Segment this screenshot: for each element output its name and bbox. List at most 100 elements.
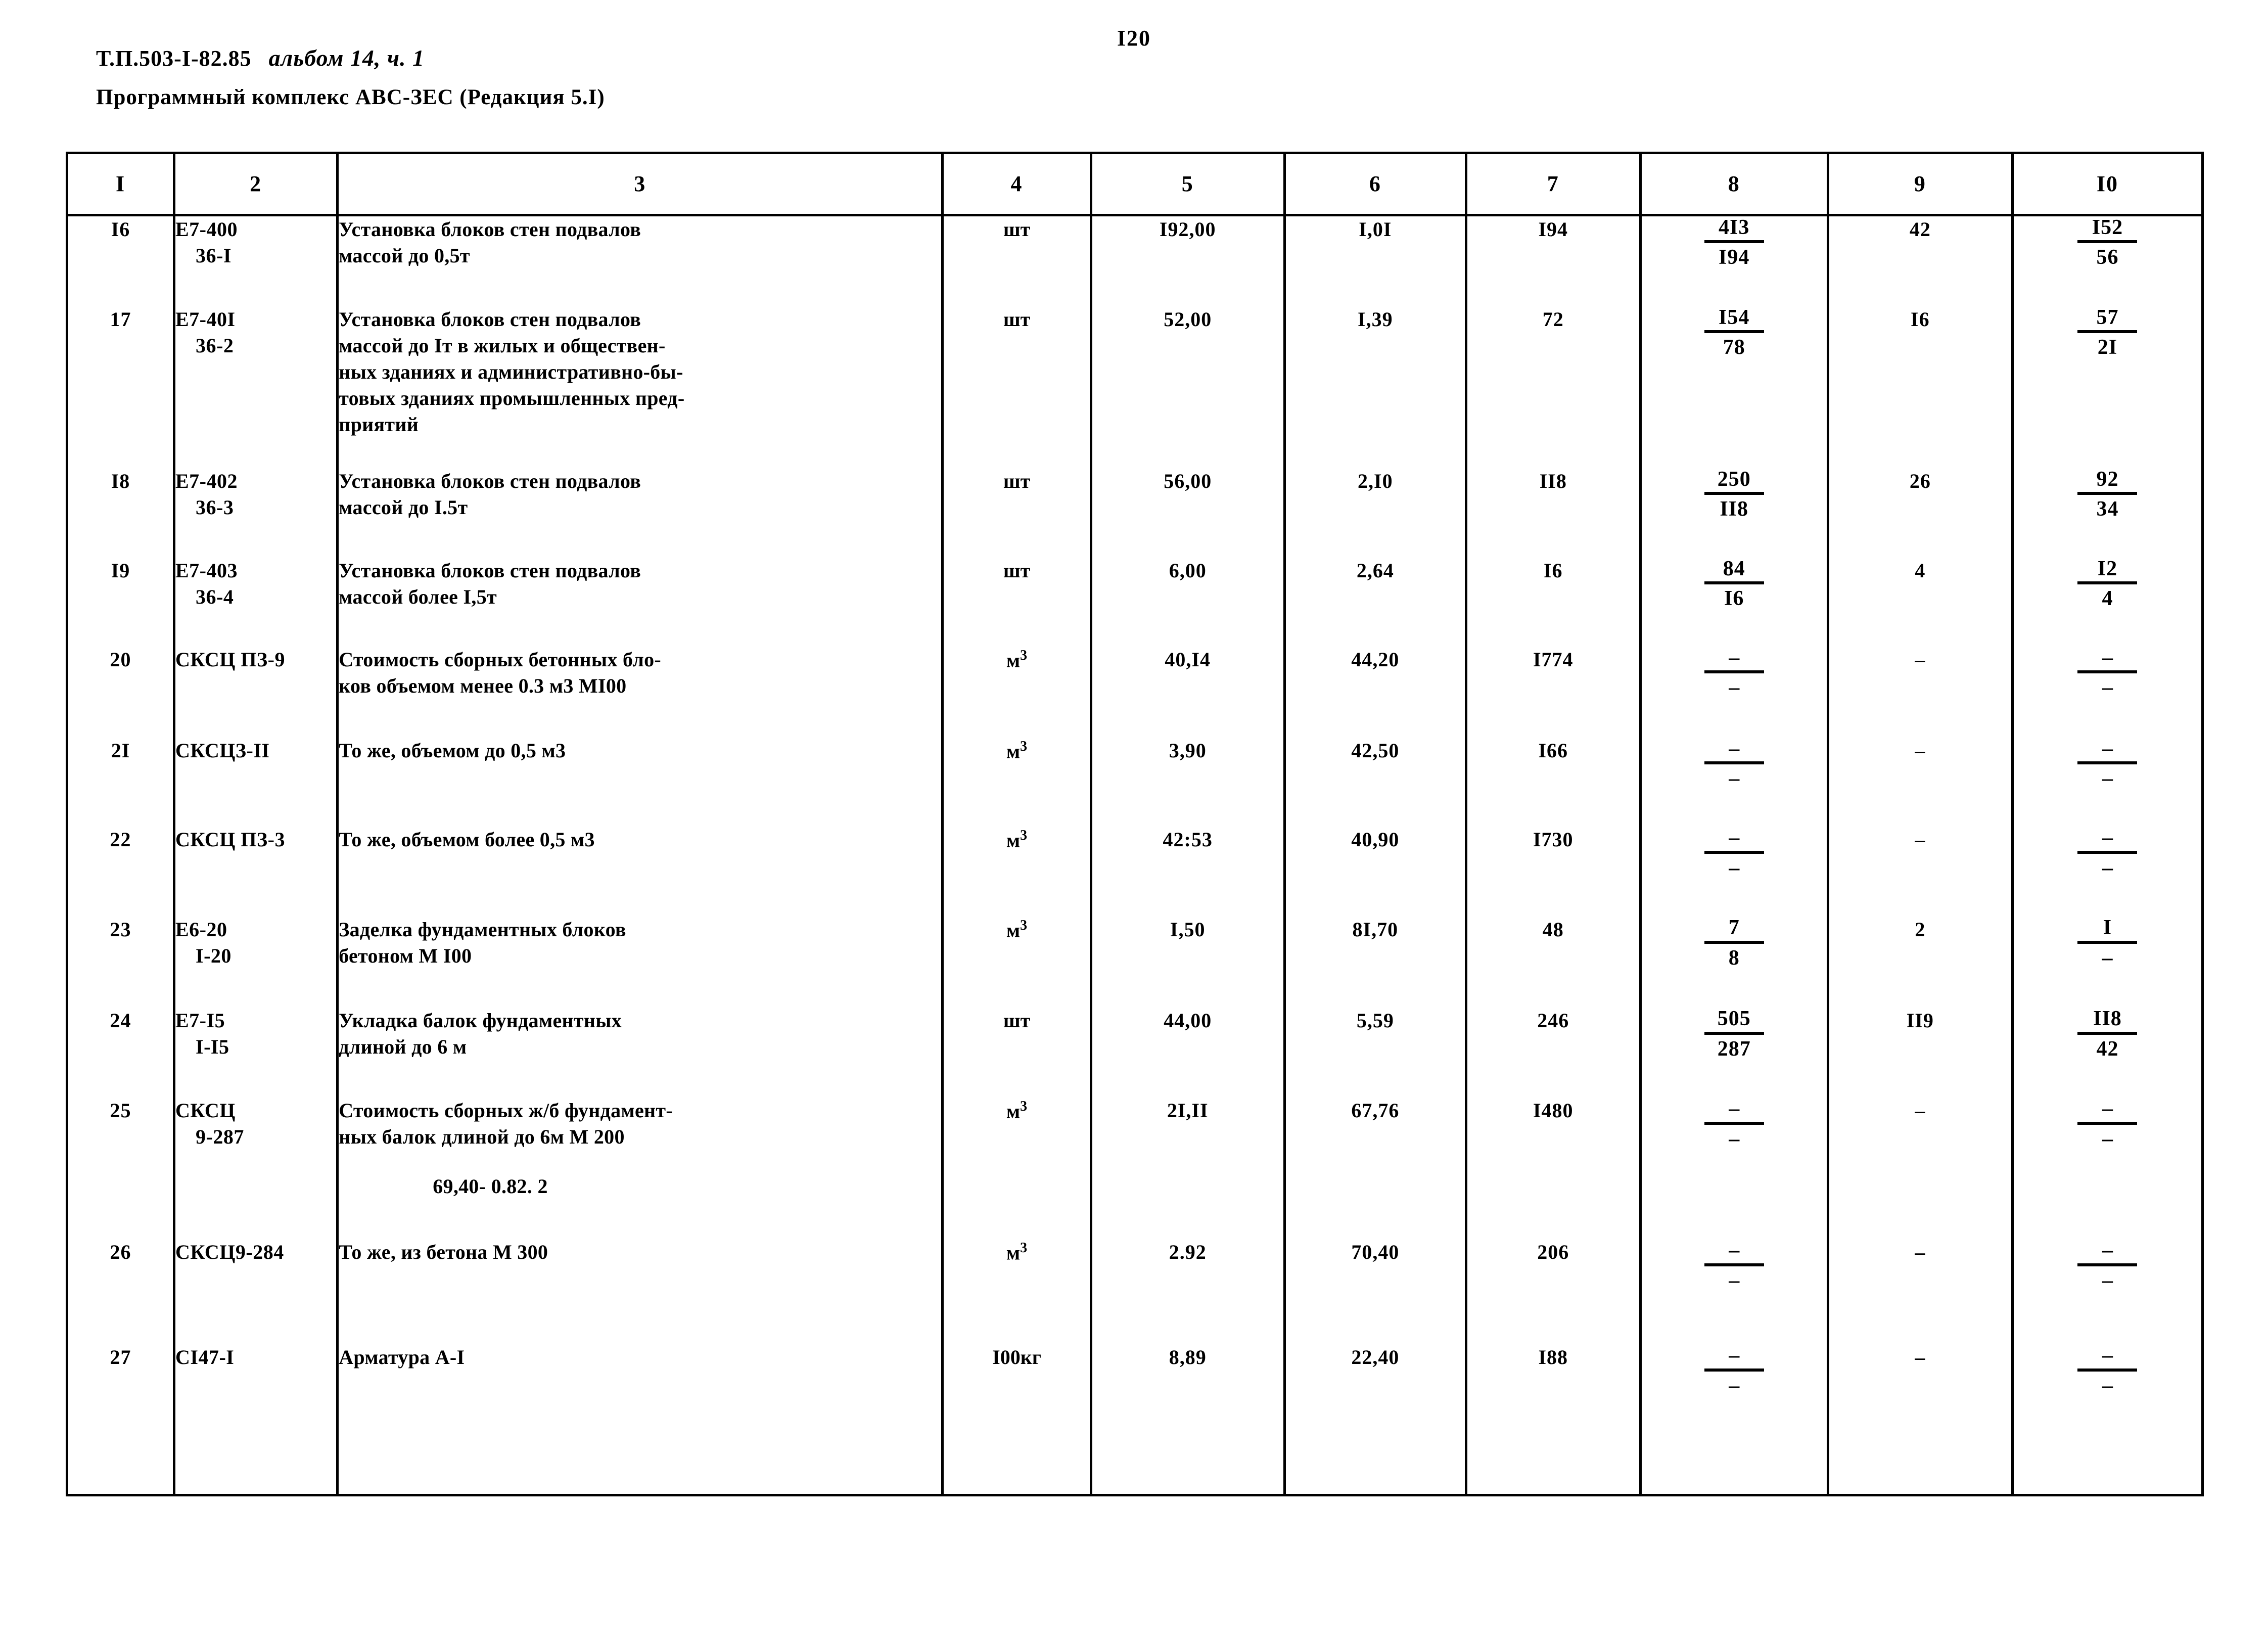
empty-cell <box>68 1450 175 1494</box>
column-header-9: 9 <box>1826 154 2014 216</box>
row-description-cell: То же, объемом до 0,5 м3 <box>336 738 944 827</box>
row-code-cell: СКСЦ 9-287 <box>172 1098 339 1240</box>
column-header-1: I <box>68 154 175 216</box>
row-value-col10: – – <box>2011 1239 2201 1345</box>
row-index-cell: 17 <box>68 306 175 469</box>
empty-cell <box>1826 1450 2014 1494</box>
data-table: I 2 3 4 5 6 7 8 9 I0 I6 Е7-400 36-I Установ… <box>68 154 2201 1494</box>
row-index-cell: I9 <box>68 557 175 647</box>
row-value-col10: I2 4 <box>2011 557 2201 647</box>
row-description-cell: Арматура А-I <box>336 1344 944 1451</box>
table-row: 24 Е7-I5 I-I5 Укладка балок фундаментных дли… <box>68 1008 2201 1098</box>
row-index-cell: 2I <box>68 738 175 827</box>
row-value-col6: 44,20 <box>1283 647 1467 738</box>
table-row: 17 Е7-40I 36-2 Установка блоков стен подвал… <box>68 306 2201 469</box>
row-code-cell: СКСЦ9-284 <box>172 1239 339 1345</box>
row-value-col8: 78 <box>1639 917 1829 1008</box>
row-value-col6: 40,90 <box>1283 827 1467 917</box>
row-unit-cell: м3 <box>941 917 1092 1008</box>
row-index-cell: 22 <box>68 827 175 917</box>
row-code-cell: Е6-20 I-20 <box>172 917 339 1008</box>
row-description-cell: Заделка фундаментных блоков бетоном М I00 <box>336 917 944 1008</box>
table-row: 25 СКСЦ 9-287 Стоимость сборных ж/б фундаме… <box>68 1098 2201 1240</box>
row-value-col5: 42:53 <box>1089 827 1286 917</box>
row-value-col6: 67,76 <box>1283 1098 1467 1240</box>
row-value-col9: 4 <box>1826 557 2014 647</box>
document-subtitle: Программный комплекс АВС-ЗЕС (Редакция 5… <box>96 85 605 109</box>
row-value-col7: I480 <box>1464 1098 1642 1240</box>
table-row: I6 Е7-400 36-I Установка блоков стен подвал… <box>68 215 2201 307</box>
row-code-cell: Е7-403 36-4 <box>172 557 339 647</box>
row-value-col10: – – <box>2011 646 2201 738</box>
row-value-col6: 5,59 <box>1283 1008 1467 1098</box>
table-row: 2I СКСЦЗ-II То же, объемом до 0,5 м3 м3 3,90… <box>68 737 2201 827</box>
table-row: I8 Е7-402 36-3 Установка блоков стен подвал… <box>68 468 2201 558</box>
row-code-cell: Е7-I5 I-I5 <box>172 1008 339 1098</box>
column-header-10: I0 <box>2011 154 2201 216</box>
row-index-cell: 25 <box>68 1098 175 1240</box>
column-header-8: 8 <box>1639 154 1829 216</box>
row-value-col5: 2I,II <box>1089 1098 1286 1240</box>
row-value-col5: 56,00 <box>1089 468 1286 558</box>
row-value-col10: I52 56 <box>2011 215 2201 307</box>
row-code-cell: СКСЦ ПЗ-9 <box>172 647 339 738</box>
empty-cell <box>336 1450 944 1494</box>
row-unit-cell: шт <box>941 468 1092 558</box>
row-value-col8: – – <box>1639 1344 1829 1451</box>
document-code-line: Т.П.503-I-82.85 альбом 14, ч. 1 <box>96 44 425 71</box>
row-value-col7: I88 <box>1464 1344 1642 1451</box>
row-description-cell: Укладка балок фундаментных длиной до 6 м <box>336 1008 944 1098</box>
row-value-col6: 8I,70 <box>1283 917 1467 1008</box>
row-unit-cell: шт <box>941 215 1092 307</box>
row-value-col8: 84 I6 <box>1639 557 1829 647</box>
row-value-col10: 57 2I <box>2011 306 2201 469</box>
column-header-5: 5 <box>1089 154 1286 216</box>
row-code-cell: Е7-400 36-I <box>172 215 339 307</box>
row-value-col8: 505 287 <box>1639 1008 1829 1098</box>
row-value-col5: 2.92 <box>1089 1239 1286 1345</box>
row-description-cell: Стоимость сборных бетонных бло-ков объем… <box>336 647 944 738</box>
row-value-col9: – <box>1826 647 2014 738</box>
row-value-col7: I774 <box>1464 647 1642 738</box>
row-unit-cell: I00кг <box>941 1344 1092 1451</box>
row-value-col9: I6 <box>1826 306 2014 469</box>
row-code-cell: СКСЦ ПЗ-3 <box>172 827 339 917</box>
row-value-col8: – – <box>1639 737 1829 827</box>
row-value-col7: II8 <box>1464 468 1642 558</box>
column-header-2: 2 <box>172 154 339 216</box>
row-value-col6: I,39 <box>1283 306 1467 469</box>
row-value-col6: 22,40 <box>1283 1344 1467 1451</box>
row-value-col7: 48 <box>1464 917 1642 1008</box>
row-value-col5: 6,00 <box>1089 557 1286 647</box>
row-value-col8: – – <box>1639 1098 1829 1240</box>
row-value-col7: 72 <box>1464 306 1642 469</box>
row-value-col5: I92,00 <box>1089 215 1286 307</box>
row-value-col6: 2,64 <box>1283 557 1467 647</box>
row-code-cell: СКСЦЗ-II <box>172 738 339 827</box>
empty-cell <box>1639 1450 1829 1494</box>
table-row: 27 СI47-I Арматура А-I I00кг 8,89 22,40 I88– – –… <box>68 1344 2201 1451</box>
row-value-col8: 4I3 I94 <box>1639 215 1829 307</box>
row-index-cell: 27 <box>68 1344 175 1451</box>
row-unit-cell: м3 <box>941 1098 1092 1240</box>
empty-cell <box>172 1450 339 1494</box>
row-index-cell: 20 <box>68 647 175 738</box>
row-description-cell: Установка блоков стен подвалов массой до … <box>336 306 944 469</box>
row-value-col9: – <box>1826 827 2014 917</box>
row-value-col8: – – <box>1639 827 1829 917</box>
row-unit-cell: м3 <box>941 738 1092 827</box>
table-filler-row <box>68 1450 2201 1494</box>
row-index-cell: I6 <box>68 215 175 307</box>
table-row: 22 СКСЦ ПЗ-3 То же, объемом более 0,5 м3 м3… <box>68 827 2201 917</box>
row-unit-cell: шт <box>941 1008 1092 1098</box>
row-description-cell: Стоимость сборных ж/б фундамент-ных бало… <box>336 1098 944 1240</box>
row-value-col7: I6 <box>1464 557 1642 647</box>
row-value-col10: – – <box>2011 1344 2201 1451</box>
row-value-col6: 42,50 <box>1283 738 1467 827</box>
row-unit-cell: м3 <box>941 827 1092 917</box>
row-value-col5: 40,I4 <box>1089 647 1286 738</box>
row-value-col10: I – <box>2011 917 2201 1008</box>
row-value-col9: II9 <box>1826 1008 2014 1098</box>
page-header: I20 Т.П.503-I-82.85 альбом 14, ч. 1 Прогр… <box>0 0 2268 152</box>
row-description-cell: То же, объемом более 0,5 м3 <box>336 827 944 917</box>
